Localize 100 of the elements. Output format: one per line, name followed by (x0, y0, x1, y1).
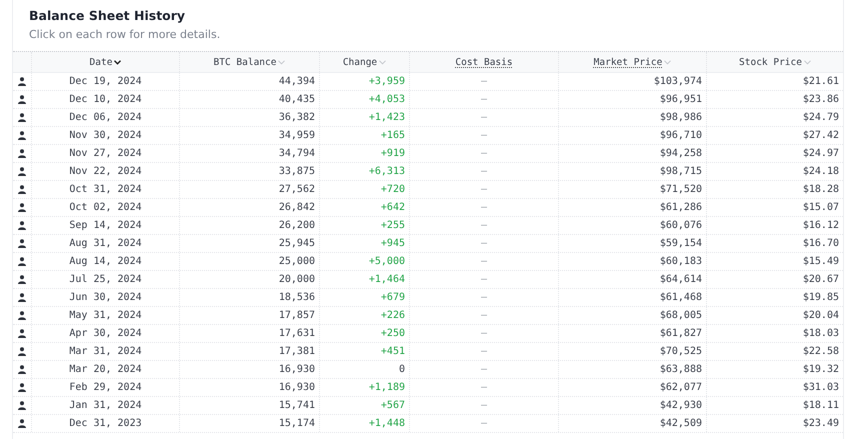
change-cell: +679 (319, 289, 409, 306)
cost-basis-cell: — (409, 253, 558, 270)
table-row[interactable]: Dec 19, 2024 44,394 +3,959 — $103,974 $21.61 (13, 73, 843, 91)
person-icon (18, 185, 26, 194)
cost-basis-cell: — (409, 163, 558, 180)
stock-price-cell: $15.49 (706, 253, 843, 270)
balance-cell: 44,394 (179, 73, 319, 90)
change-cell: +4,053 (319, 91, 409, 108)
column-header[interactable]: Stock Price (706, 52, 843, 72)
section-subtitle: Click on each row for more details. (29, 28, 222, 41)
person-icon (18, 383, 26, 392)
stock-price-cell: $16.70 (706, 235, 843, 252)
person-icon (18, 347, 26, 356)
table-row[interactable]: Jun 30, 2024 18,536 +679 — $61,468 $19.85 (13, 289, 843, 307)
change-cell: +226 (319, 307, 409, 324)
change-cell: +1,464 (319, 271, 409, 288)
change-cell: +1,189 (319, 379, 409, 396)
date-cell: Dec 10, 2024 (31, 91, 179, 108)
table-row[interactable]: Sep 14, 2024 26,200 +255 — $60,076 $16.12 (13, 217, 843, 235)
market-price-cell: $70,525 (558, 343, 706, 360)
cost-basis-cell: — (409, 271, 558, 288)
column-header[interactable]: Date (31, 52, 179, 72)
date-cell: Aug 14, 2024 (31, 253, 179, 270)
table-row[interactable]: Dec 06, 2024 36,382 +1,423 — $98,986 $24.79 (13, 109, 843, 127)
market-price-cell: $68,005 (558, 307, 706, 324)
date-cell: Jul 25, 2024 (31, 271, 179, 288)
change-cell: +919 (319, 145, 409, 162)
chevron-down-icon[interactable] (114, 60, 122, 64)
table-row[interactable]: Mar 20, 2024 16,930 0 — $63,888 $19.32 (13, 361, 843, 379)
person-icon (18, 257, 26, 266)
change-cell: +567 (319, 397, 409, 414)
table-row[interactable]: Mar 31, 2024 17,381 +451 — $70,525 $22.58 (13, 343, 843, 361)
table-row[interactable]: Aug 31, 2024 25,945 +945 — $59,154 $16.70 (13, 235, 843, 253)
table-row[interactable]: Nov 30, 2024 34,959 +165 — $96,710 $27.42 (13, 127, 843, 145)
cost-basis-cell: — (409, 361, 558, 378)
market-price-cell: $42,509 (558, 415, 706, 432)
stock-price-cell: $18.11 (706, 397, 843, 414)
person-icon (18, 77, 26, 86)
table-row[interactable]: Feb 29, 2024 16,930 +1,189 — $62,077 $31.03 (13, 379, 843, 397)
cost-basis-cell: — (409, 415, 558, 432)
date-cell: Dec 31, 2023 (31, 415, 179, 432)
column-header[interactable]: Change (319, 52, 409, 72)
table-row[interactable]: Aug 14, 2024 25,000 +5,000 — $60,183 $15.49 (13, 253, 843, 271)
person-icon (18, 95, 26, 104)
table-row[interactable]: Dec 10, 2024 40,435 +4,053 — $96,951 $23.86 (13, 91, 843, 109)
balance-cell: 17,857 (179, 307, 319, 324)
date-cell: Nov 22, 2024 (31, 163, 179, 180)
table-row[interactable]: Nov 27, 2024 34,794 +919 — $94,258 $24.97 (13, 145, 843, 163)
market-price-cell: $98,715 (558, 163, 706, 180)
market-price-cell: $61,286 (558, 199, 706, 216)
stock-price-cell: $23.86 (706, 91, 843, 108)
stock-price-cell: $24.79 (706, 109, 843, 126)
table-row[interactable]: Jan 31, 2024 15,741 +567 — $42,930 $18.11 (13, 397, 843, 415)
balance-cell: 17,631 (179, 325, 319, 342)
balance-cell: 27,562 (179, 181, 319, 198)
table-row[interactable]: Dec 31, 2023 15,174 +1,448 — $42,509 $23.49 (13, 415, 843, 433)
stock-price-cell: $24.97 (706, 145, 843, 162)
stock-price-cell: $22.58 (706, 343, 843, 360)
table-row[interactable]: Oct 31, 2024 27,562 +720 — $71,520 $18.28 (13, 181, 843, 199)
change-cell: +250 (319, 325, 409, 342)
cost-basis-cell: — (409, 289, 558, 306)
date-cell: Jan 31, 2024 (31, 397, 179, 414)
stock-price-cell: $20.04 (706, 307, 843, 324)
cost-basis-cell: — (409, 235, 558, 252)
person-icon (18, 401, 26, 410)
market-price-cell: $98,986 (558, 109, 706, 126)
market-price-cell: $61,468 (558, 289, 706, 306)
table-row[interactable]: Jul 25, 2024 20,000 +1,464 — $64,614 $20.67 (13, 271, 843, 289)
change-cell: +6,313 (319, 163, 409, 180)
person-icon (18, 167, 26, 176)
cost-basis-cell: — (409, 109, 558, 126)
person-icon (18, 149, 26, 158)
cost-basis-cell: — (409, 73, 558, 90)
balance-cell: 17,381 (179, 343, 319, 360)
market-price-cell: $59,154 (558, 235, 706, 252)
stock-price-cell: $23.49 (706, 415, 843, 432)
stock-price-cell: $19.32 (706, 361, 843, 378)
market-price-cell: $94,258 (558, 145, 706, 162)
column-header[interactable]: Market Price (558, 52, 706, 72)
stock-price-cell: $31.03 (706, 379, 843, 396)
change-cell: +451 (319, 343, 409, 360)
market-price-cell: $64,614 (558, 271, 706, 288)
change-cell: +5,000 (319, 253, 409, 270)
market-price-cell: $103,974 (558, 73, 706, 90)
table-row[interactable]: Oct 02, 2024 26,842 +642 — $61,286 $15.07 (13, 199, 843, 217)
person-icon (18, 365, 26, 374)
date-cell: Nov 27, 2024 (31, 145, 179, 162)
date-cell: Aug 31, 2024 (31, 235, 179, 252)
date-cell: Mar 20, 2024 (31, 361, 179, 378)
date-cell: May 31, 2024 (31, 307, 179, 324)
column-header[interactable]: BTC Balance (179, 52, 319, 72)
table-row[interactable]: May 31, 2024 17,857 +226 — $68,005 $20.04 (13, 307, 843, 325)
date-cell: Nov 30, 2024 (31, 127, 179, 144)
cost-basis-cell: — (409, 127, 558, 144)
market-price-cell: $71,520 (558, 181, 706, 198)
table-row[interactable]: Apr 30, 2024 17,631 +250 — $61,827 $18.03 (13, 325, 843, 343)
table-row[interactable]: Nov 22, 2024 33,875 +6,313 — $98,715 $24.18 (13, 163, 843, 181)
balance-cell: 36,382 (179, 109, 319, 126)
stock-price-cell: $15.07 (706, 199, 843, 216)
balance-cell: 18,536 (179, 289, 319, 306)
